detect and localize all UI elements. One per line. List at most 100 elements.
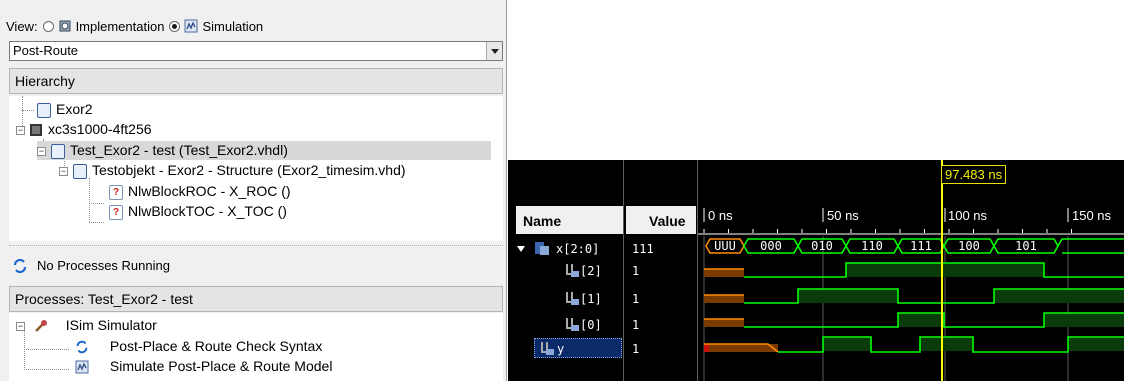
signal-row-bit2[interactable]: [2] (514, 262, 622, 280)
bus-value-label: 000 (760, 239, 782, 253)
signal-value: 1 (632, 318, 640, 332)
unknown-file-icon: ? (109, 204, 123, 220)
document-icon (37, 102, 51, 118)
high-fill (798, 289, 898, 303)
process-simulate-model[interactable]: Simulate Post-Place & Route Model (75, 357, 332, 376)
signal-row-bus[interactable]: x[2:0] (514, 240, 622, 258)
time-tick-label: 0 ns (708, 208, 733, 223)
undefined-fill (704, 319, 744, 327)
high-fill (920, 337, 973, 351)
refresh-icon (76, 341, 88, 354)
chevron-down-icon[interactable] (486, 42, 502, 60)
bit-signal-icon (566, 264, 579, 277)
high-fill (898, 313, 944, 327)
process-status: No Processes Running (9, 253, 503, 279)
bus-value-label: 110 (861, 239, 883, 253)
process-check-syntax[interactable]: Post-Place & Route Check Syntax (75, 337, 322, 356)
tree-item-device[interactable]: − xc3s1000-4ft256 (16, 120, 152, 139)
hierarchy-tree: Exor2 − xc3s1000-4ft256 − Test_Exor2 - tes… (9, 96, 503, 241)
design-view-combo[interactable]: Post-Route (9, 41, 503, 61)
tree-item-exor2[interactable]: Exor2 (37, 100, 93, 119)
time-tick-label: 100 ns (948, 208, 988, 223)
view-selector: View: Implementation Simulation (6, 14, 506, 38)
process-isim-simulator[interactable]: − ISim Simulator (16, 316, 157, 335)
signal-name: [2] (580, 264, 602, 278)
high-fill (846, 263, 1044, 277)
implementation-icon (59, 20, 71, 32)
bit-signal-icon (541, 342, 554, 355)
time-tick-label: 150 ns (1072, 208, 1112, 223)
high-fill (823, 337, 871, 351)
design-view-value: Post-Route (13, 43, 79, 58)
simulation-radio[interactable] (169, 20, 181, 32)
process-label: Simulate Post-Place & Route Model (109, 358, 333, 374)
collapse-icon[interactable]: − (37, 146, 46, 156)
signal-value: 1 (632, 342, 640, 356)
signal-name: y (557, 342, 565, 356)
processes-tree: − ISim Simulator Post-Place & Route Chec… (9, 313, 503, 381)
high-fill (994, 289, 1124, 303)
undefined-marker (704, 344, 709, 352)
name-column-header[interactable]: Name (516, 206, 624, 234)
tree-item-testobjekt[interactable]: − Testobjekt - Exor2 - Structure (Exor2_t… (59, 161, 406, 180)
signal-row-y[interactable]: y (534, 338, 622, 358)
expand-triangle-icon[interactable] (516, 244, 526, 254)
bus-value-label: UUU (714, 239, 736, 253)
signal-name: [1] (580, 292, 602, 306)
tree-item-test-exor2[interactable]: − Test_Exor2 - test (Test_Exor2.vhdl) (37, 141, 491, 160)
vhdl-file-icon (51, 143, 65, 159)
column-divider[interactable] (623, 160, 624, 381)
value-column-header[interactable]: Value (626, 206, 696, 234)
signal-value: 1 (632, 264, 640, 278)
signal-name: [0] (580, 318, 602, 332)
tree-item-label: NlwBlockROC - X_ROC () (128, 183, 291, 199)
value-header-label: Value (649, 213, 686, 229)
tree-item-label: Testobjekt - Exor2 - Structure (Exor2_ti… (92, 162, 406, 178)
bit-signal-icon (566, 292, 579, 305)
high-fill (1044, 313, 1124, 327)
simulation-label[interactable]: Simulation (202, 19, 263, 34)
unknown-file-icon: ? (109, 184, 123, 200)
ise-design-panel: View: Implementation Simulation Post-Rou… (0, 0, 507, 381)
panel-splitter[interactable] (9, 243, 503, 246)
signal-row-bit1[interactable]: [1] (514, 290, 622, 308)
signal-value: 111 (632, 242, 654, 256)
tree-item-nlwblocktoc[interactable]: ? NlwBlockTOC - X_TOC () (109, 202, 287, 221)
collapse-icon[interactable]: − (16, 321, 25, 331)
tree-item-label: Test_Exor2 - test (Test_Exor2.vhdl) (70, 142, 288, 158)
bit-signal-icon (566, 318, 579, 331)
tree-item-label: xc3s1000-4ft256 (48, 121, 152, 137)
cursor-time-label[interactable]: 97.483 ns (941, 165, 1007, 184)
bus-value-label: 111 (910, 239, 932, 253)
waveform-canvas[interactable]: UUU 000 010 110 111 100 101 (698, 160, 1124, 381)
isim-icon (75, 360, 89, 374)
bus-value-label: 010 (811, 239, 833, 253)
vhdl-file-icon (73, 163, 87, 179)
bus-signal-icon (535, 242, 549, 255)
signal-name: x[2:0] (556, 242, 600, 256)
bus-value-label: 100 (958, 239, 980, 253)
chip-icon (30, 124, 42, 137)
simulation-icon (184, 19, 198, 33)
collapse-icon[interactable]: − (59, 166, 68, 176)
bus-value-label: 101 (1015, 239, 1037, 253)
signal-value: 1 (632, 292, 640, 306)
tree-item-label: NlwBlockTOC - X_TOC () (128, 203, 287, 219)
signal-row-bit0[interactable]: [0] (514, 316, 622, 334)
name-header-label: Name (523, 213, 562, 229)
implementation-label[interactable]: Implementation (76, 19, 165, 34)
implementation-radio[interactable] (42, 20, 54, 32)
hierarchy-header: Hierarchy (9, 68, 503, 94)
undefined-fill (704, 344, 778, 352)
tree-item-label: Exor2 (56, 101, 93, 117)
processes-header: Processes: Test_Exor2 - test (9, 286, 503, 312)
undefined-fill (704, 269, 744, 277)
high-fill (1068, 337, 1124, 351)
tools-icon (35, 320, 47, 333)
time-tick-label: 50 ns (827, 208, 859, 223)
tree-item-nlwblockroc[interactable]: ? NlwBlockROC - X_ROC () (109, 182, 291, 201)
sync-icon (13, 258, 27, 274)
status-text: No Processes Running (37, 258, 170, 273)
undefined-fill (704, 295, 744, 303)
collapse-icon[interactable]: − (16, 125, 25, 135)
